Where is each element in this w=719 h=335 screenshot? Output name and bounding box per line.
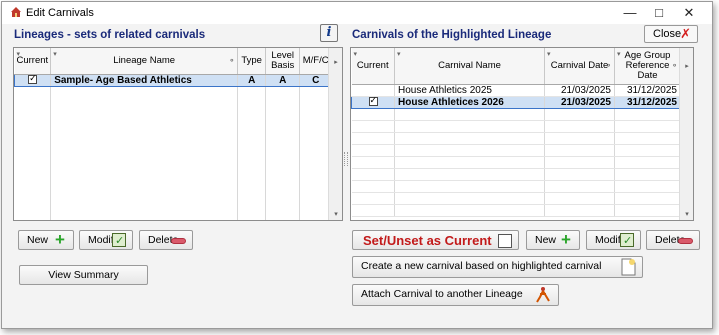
scroll-down-icon: ▾ xyxy=(334,211,338,218)
col-mfc[interactable]: M/F/C xyxy=(299,48,333,75)
sort-icon: ⚬ xyxy=(671,60,678,70)
col-age-group-ref-date[interactable]: ▾ Age Group Reference Date ⚬ xyxy=(614,48,681,85)
current-checkbox[interactable] xyxy=(28,75,38,85)
col-current[interactable]: ▾ Current xyxy=(351,48,395,85)
edit-carnivals-window: Edit Carnivals — □ ✕ Lineages - sets of … xyxy=(1,1,713,329)
window-title: Edit Carnivals xyxy=(26,7,94,19)
sort-icon: ⚬ xyxy=(228,55,236,65)
sort-icon: ⚬ xyxy=(605,60,612,70)
modify-icon xyxy=(620,232,634,250)
scroll-down-icon: ▾ xyxy=(685,211,689,218)
panel-splitter[interactable] xyxy=(344,152,348,166)
current-checkbox[interactable] xyxy=(368,97,378,107)
col-level-basis[interactable]: Level Basis xyxy=(265,48,301,75)
title-bar: Edit Carnivals — □ ✕ xyxy=(2,2,712,24)
table-row[interactable]: Sample- Age Based Athletics A A C xyxy=(14,73,333,87)
col-current[interactable]: ▾ Current xyxy=(14,48,52,75)
lineages-grid: ▾ Current ▾ Lineage Name ⚬ Type Level Basis… xyxy=(13,47,343,221)
col-carnival-date[interactable]: ▾ Carnival Date ⚬ xyxy=(544,48,615,85)
delete-icon xyxy=(678,238,693,244)
lineages-heading: Lineages - sets of related carnivals xyxy=(14,29,206,41)
modify-icon xyxy=(112,232,126,250)
close-x-icon: ✗ xyxy=(680,26,691,41)
plus-icon: + xyxy=(55,230,65,249)
plus-icon: + xyxy=(561,230,571,249)
close-button[interactable]: Close ✗ xyxy=(644,25,698,43)
maximize-button[interactable]: □ xyxy=(645,4,673,22)
runner-icon xyxy=(536,287,550,303)
new-document-icon xyxy=(621,258,636,276)
attach-carnival-button[interactable]: Attach Carnival to another Lineage xyxy=(352,284,559,306)
delete-carnival-button[interactable]: Delete xyxy=(646,230,700,250)
col-carnival-name[interactable]: ▾ Carnival Name xyxy=(394,48,545,85)
modify-carnival-button[interactable]: Modify xyxy=(586,230,641,250)
minimize-button[interactable]: — xyxy=(616,4,644,22)
delete-lineage-button[interactable]: Delete xyxy=(139,230,193,250)
carnivals-grid: ▾ Current ▾ Carnival Name ▾ Carnival Date ⚬ … xyxy=(350,47,694,221)
info-button[interactable]: i xyxy=(320,24,338,42)
lineages-scrollbar[interactable]: ▸ ▾ xyxy=(328,48,342,220)
app-house-icon xyxy=(11,7,21,17)
new-carnival-button[interactable]: New + xyxy=(526,230,580,250)
table-row[interactable]: House Athletics 2025 21/03/2025 31/12/20… xyxy=(351,84,681,97)
new-lineage-button[interactable]: New + xyxy=(18,230,74,250)
col-type[interactable]: Type xyxy=(237,48,267,75)
carnivals-scrollbar[interactable]: ▸ ▾ xyxy=(679,48,693,220)
scroll-right-icon: ▸ xyxy=(685,63,689,70)
create-based-carnival-button[interactable]: Create a new carnival based on highlight… xyxy=(352,256,643,278)
delete-icon xyxy=(171,238,186,244)
close-window-button[interactable]: ✕ xyxy=(675,4,703,22)
checkbox-icon xyxy=(498,234,512,248)
scroll-right-icon: ▸ xyxy=(334,59,338,66)
table-row[interactable]: House Athletices 2026 21/03/2025 31/12/2… xyxy=(351,95,681,109)
col-lineage-name[interactable]: ▾ Lineage Name ⚬ xyxy=(50,48,239,75)
view-summary-button[interactable]: View Summary xyxy=(19,265,148,285)
carnivals-heading: Carnivals of the Highlighted Lineage xyxy=(352,29,552,41)
modify-lineage-button[interactable]: Modify xyxy=(79,230,133,250)
set-unset-current-button[interactable]: Set/Unset as Current xyxy=(352,230,519,250)
